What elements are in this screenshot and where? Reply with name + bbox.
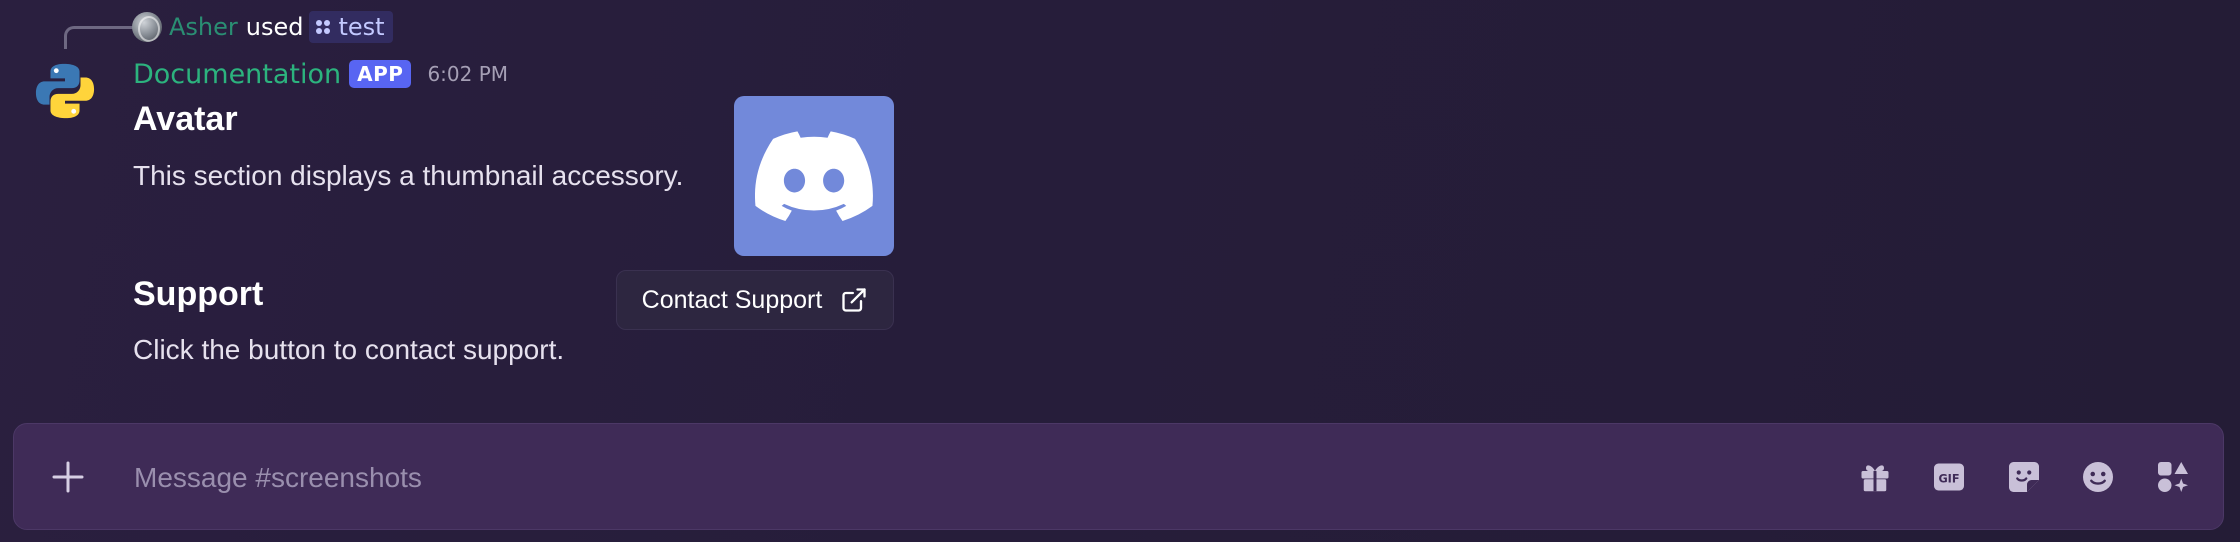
- reply-reference[interactable]: Asher used test: [132, 10, 393, 44]
- apps-icon: [2158, 462, 2188, 492]
- discord-logo-icon: [755, 131, 873, 221]
- gif-icon: GIF: [1934, 463, 1964, 491]
- message-timestamp[interactable]: 6:02 PM: [427, 62, 508, 86]
- reply-connector: [64, 26, 133, 49]
- sticker-button[interactable]: [2002, 455, 2046, 499]
- gift-icon: [1861, 465, 1889, 492]
- message-composer: GIF: [13, 423, 2224, 530]
- svg-text:GIF: GIF: [1938, 472, 1959, 485]
- gif-button[interactable]: GIF: [1927, 455, 1971, 499]
- contact-support-button[interactable]: Contact Support: [616, 270, 894, 330]
- add-attachment-button[interactable]: [46, 455, 90, 499]
- external-link-icon: [842, 288, 866, 312]
- slash-command-icon: [316, 20, 331, 34]
- section-title-support: Support: [133, 275, 264, 313]
- section-text-avatar: This section displays a thumbnail access…: [133, 160, 684, 191]
- command-name: test: [338, 13, 385, 41]
- replied-user-avatar[interactable]: [132, 12, 162, 42]
- command-mention[interactable]: test: [309, 11, 393, 43]
- thumbnail-accessory[interactable]: [734, 96, 894, 256]
- replied-username[interactable]: Asher: [169, 13, 238, 41]
- gift-button[interactable]: [1853, 455, 1897, 499]
- section-title-avatar: Avatar: [133, 100, 238, 138]
- apps-button[interactable]: [2151, 455, 2195, 499]
- reply-used-text: used: [245, 13, 304, 41]
- emoji-button[interactable]: [2076, 455, 2120, 499]
- author-name[interactable]: Documentation: [133, 59, 341, 90]
- sticker-icon: [2009, 462, 2039, 492]
- message-header: Documentation APP 6:02 PM: [133, 56, 508, 92]
- contact-support-label: Contact Support: [641, 285, 823, 314]
- python-logo-avatar[interactable]: [34, 60, 96, 122]
- section-text-support: Click the button to contact support.: [133, 334, 565, 365]
- app-badge: APP: [349, 60, 412, 88]
- emoji-icon: [2083, 462, 2113, 492]
- message-input[interactable]: [132, 454, 1736, 502]
